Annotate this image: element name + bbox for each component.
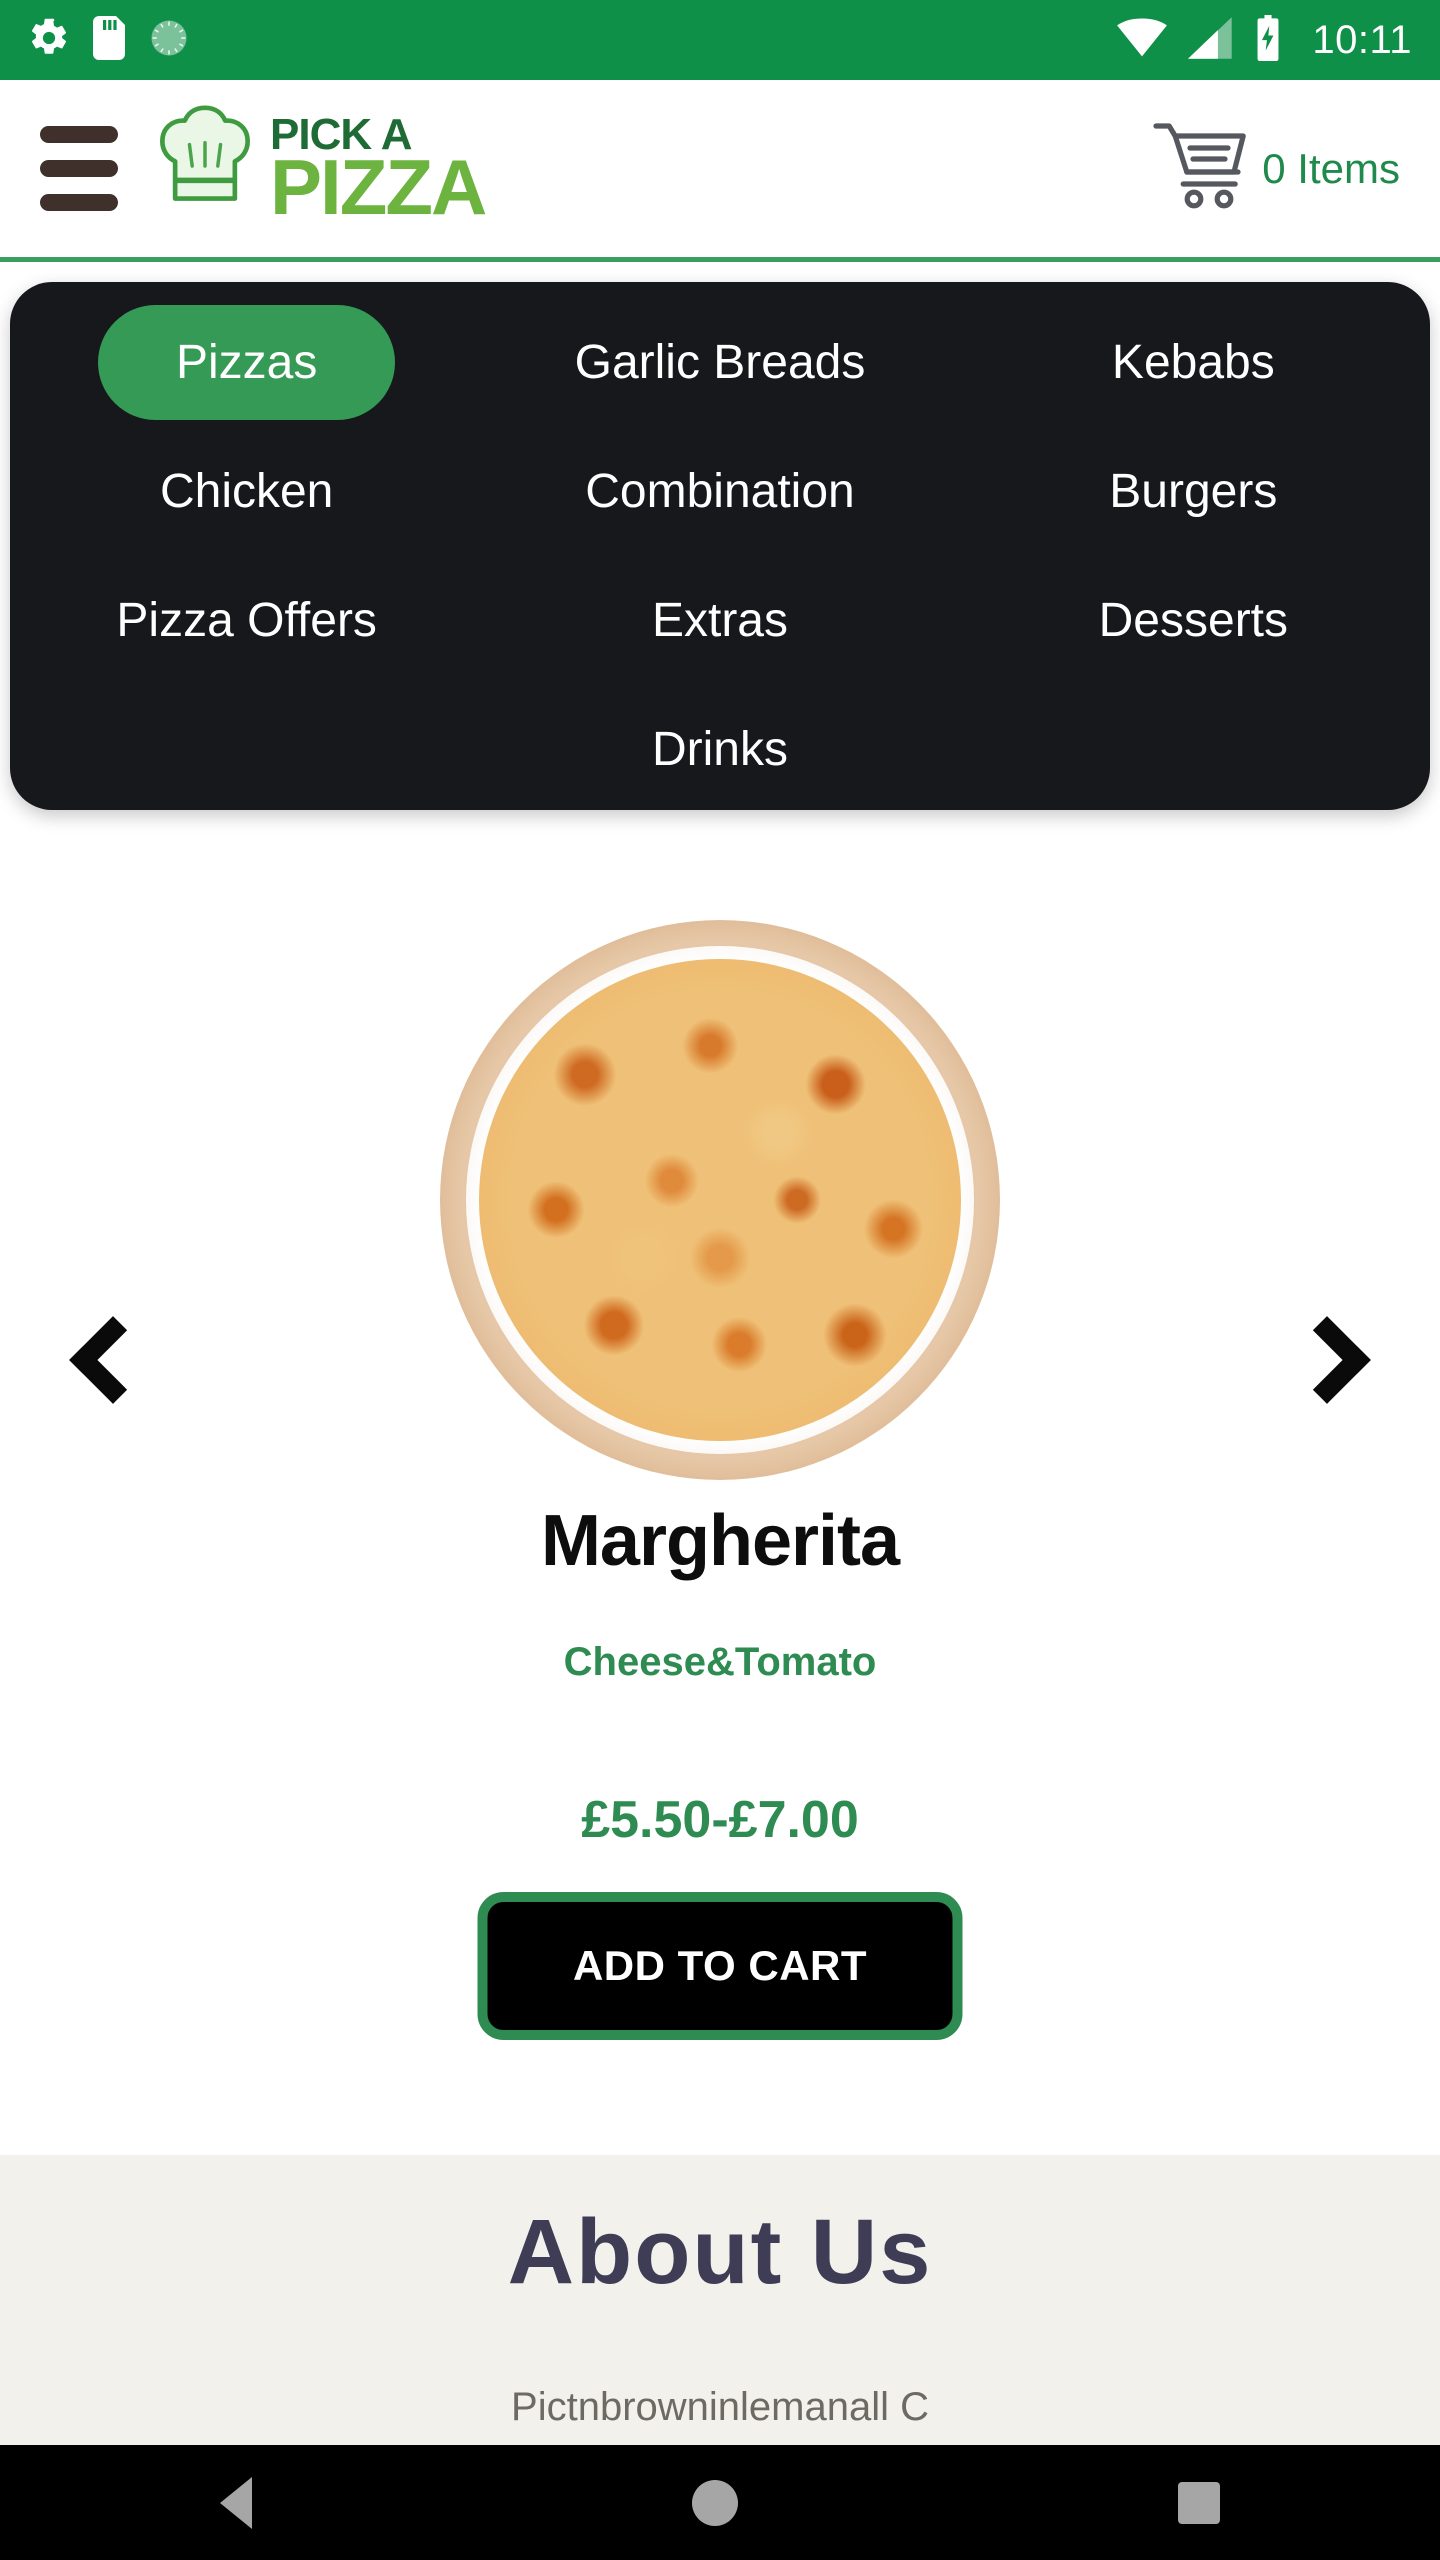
app-root: 10:11 PICK A PIZZA 0 Items Pizzas Garlic… [0,0,1440,2560]
chevron-left-icon[interactable] [40,1290,170,1430]
cellular-signal-icon [1188,16,1234,64]
category-tab-kebabs[interactable]: Kebabs [1066,313,1321,412]
cart-item-count: 0 Items [1262,144,1400,192]
battery-charging-icon [1254,14,1282,66]
app-header: PICK A PIZZA 0 Items [0,80,1440,262]
hamburger-bar [40,126,118,143]
hamburger-bar [40,194,118,211]
shopping-cart-icon [1152,118,1256,219]
square-recents-icon[interactable] [1178,2481,1220,2524]
hamburger-bar [40,160,118,177]
product-description: Cheese&Tomato [563,1640,877,1684]
product-image [440,920,1000,1480]
add-to-cart-button[interactable]: ADD TO CART [477,1892,963,2040]
about-us-title: About Us [507,2201,933,2303]
brand-logo[interactable]: PICK A PIZZA [146,102,487,235]
product-name: Margherita [540,1501,900,1581]
category-tab-burgers[interactable]: Burgers [1063,442,1323,541]
chef-hat-icon [146,102,264,235]
chevron-right-glyph [1283,1316,1371,1404]
cart-button[interactable]: 0 Items [1152,118,1400,219]
wifi-icon [1116,17,1168,64]
category-tab-garlic-breads[interactable]: Garlic Breads [529,313,912,412]
hamburger-menu-icon[interactable] [40,126,118,211]
category-panel: Pizzas Garlic Breads Kebabs Chicken Comb… [10,282,1430,810]
brand-wordmark: PICK A PIZZA [270,113,487,231]
about-us-body: Pictnbrowninlemanall C [511,2385,929,2429]
category-tab-extras[interactable]: Extras [606,571,834,670]
product-price: £5.50-£7.00 [581,1791,859,1849]
category-tab-combination[interactable]: Combination [539,442,900,541]
category-grid: Pizzas Garlic Breads Kebabs Chicken Comb… [10,282,1430,810]
category-tab-pizza-offers[interactable]: Pizza Offers [70,571,423,670]
product-carousel: Margherita Cheese&Tomato £5.50-£7.00 ADD… [0,840,1440,2140]
triangle-back-icon[interactable] [220,2476,252,2529]
chevron-left-glyph [69,1316,157,1404]
category-tab-drinks[interactable]: Drinks [606,700,834,799]
brand-line-two: PIZZA [270,142,487,231]
category-tab-pizzas[interactable]: Pizzas [97,305,396,420]
circular-progress-icon [148,17,190,64]
circle-home-icon[interactable] [692,2479,738,2526]
about-us-section: About Us Pictnbrowninlemanall C [0,2155,1440,2445]
category-tab-desserts[interactable]: Desserts [1053,571,1334,670]
category-tab-chicken[interactable]: Chicken [114,442,379,541]
status-bar-clock: 10:11 [1312,17,1412,62]
settings-gear-icon [28,17,70,64]
chevron-right-icon[interactable] [1270,1290,1400,1430]
status-bar: 10:11 [0,0,1440,80]
status-bar-left-icons [28,15,190,65]
sd-card-icon [92,15,126,65]
margherita-pizza-photo [440,920,1000,1480]
android-navigation-bar [0,2445,1440,2560]
status-bar-right-icons: 10:11 [1116,14,1412,66]
